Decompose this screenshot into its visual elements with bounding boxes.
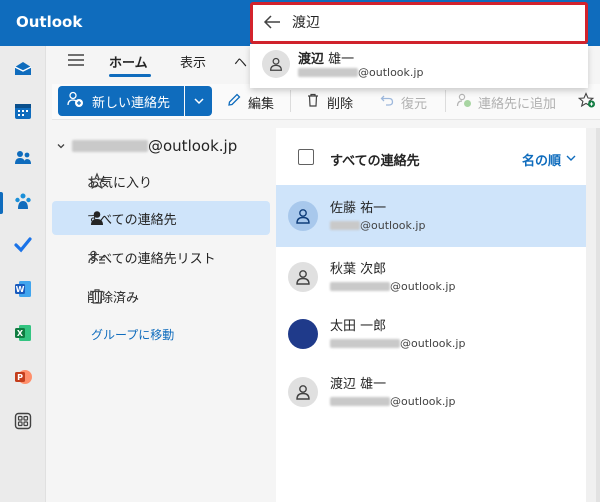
trash-icon (88, 287, 106, 305)
contact-list-icon (88, 248, 106, 266)
mail-icon[interactable] (8, 54, 38, 84)
chevron-down-icon (56, 137, 66, 155)
chevron-down-icon (193, 92, 205, 111)
contact-row[interactable]: 太田 一郎 @outlook.jp (276, 303, 586, 365)
star-add-icon[interactable] (578, 92, 596, 108)
todo-icon[interactable] (8, 230, 38, 260)
contact-email: @outlook.jp (330, 337, 465, 350)
avatar (288, 201, 318, 231)
word-icon[interactable]: W (8, 274, 38, 304)
tab-view[interactable]: 表示 (180, 52, 206, 71)
undo-icon (379, 92, 395, 112)
email-masked (330, 397, 390, 406)
edit-button[interactable]: 編集 (226, 92, 274, 112)
sort-label: 名の順 (522, 154, 562, 169)
new-contact-label: 新しい連絡先 (92, 95, 171, 111)
contact-email: @outlook.jp (330, 395, 455, 408)
svg-text:P: P (17, 373, 23, 382)
email-masked (298, 68, 358, 77)
go-to-groups-link[interactable]: グループに移動 (91, 326, 174, 343)
suggestion-name-rest: 雄一 (324, 52, 355, 67)
folder-all-contacts[interactable]: すべての連絡先 (52, 201, 270, 235)
add-to-contacts-button: 連絡先に追加 (456, 92, 556, 112)
delete-button[interactable]: 削除 (305, 92, 353, 112)
search-suggestion[interactable]: 渡辺 雄一 @outlook.jp (250, 44, 588, 88)
folder-contact-lists[interactable]: すべての連絡先リスト (52, 240, 270, 274)
edit-label: 編集 (248, 96, 275, 112)
select-all-checkbox[interactable] (298, 149, 314, 165)
app-title: Outlook (16, 13, 83, 31)
teams-icon[interactable] (8, 186, 38, 216)
contact-row[interactable]: 佐藤 祐一 @outlook.jp (276, 185, 586, 247)
contact-name: 秋葉 次郎 (330, 262, 387, 277)
folder-label: すべての連絡先リスト (87, 251, 216, 267)
account-name-masked (72, 140, 148, 152)
person-icon (88, 209, 106, 227)
add-person-icon (456, 92, 472, 112)
search-input[interactable] (292, 10, 572, 34)
account-header[interactable]: @outlook.jp (56, 137, 237, 155)
pencil-icon (226, 92, 242, 112)
email-domain: @outlook.jp (360, 219, 426, 232)
new-contact-button[interactable]: 新しい連絡先 (58, 86, 184, 116)
avatar (288, 319, 318, 349)
hamburger-icon[interactable] (66, 52, 88, 72)
powerpoint-icon[interactable]: P (8, 362, 38, 392)
email-domain: @outlook.jp (390, 280, 456, 293)
delete-label: 削除 (327, 96, 354, 112)
chevron-down-icon (565, 152, 577, 168)
svg-text:X: X (17, 329, 24, 338)
suggestion-email: @outlook.jp (298, 66, 423, 79)
email-masked (330, 339, 400, 348)
new-contact-dropdown[interactable] (185, 86, 212, 116)
excel-icon[interactable]: X (8, 318, 38, 348)
svg-text:W: W (16, 285, 25, 294)
suggestion-domain: @outlook.jp (358, 66, 424, 79)
contact-name: 佐藤 祐一 (330, 201, 387, 216)
avatar (262, 50, 290, 78)
avatar (288, 262, 318, 292)
email-masked (330, 221, 360, 230)
apps-icon[interactable] (8, 406, 38, 436)
suggestion-name-match: 渡辺 (298, 52, 325, 67)
folder-favorites[interactable]: お気に入り (52, 164, 270, 198)
contact-row[interactable]: 渡辺 雄一 @outlook.jp (276, 361, 586, 423)
toolbar-divider (290, 90, 291, 112)
list-header-title: すべての連絡先 (330, 154, 420, 169)
reading-pane-edge (586, 128, 600, 502)
contact-name: 渡辺 雄一 (330, 377, 387, 392)
contact-row[interactable]: 秋葉 次郎 @outlook.jp (276, 246, 586, 308)
contact-email: @outlook.jp (330, 219, 425, 232)
contact-email: @outlook.jp (330, 280, 455, 293)
trash-icon (305, 92, 321, 112)
scrollbar[interactable] (596, 128, 600, 502)
rail-active-indicator (0, 192, 3, 214)
sort-dropdown[interactable]: 名の順 (522, 150, 577, 169)
account-domain: @outlook.jp (148, 137, 238, 155)
toolbar-divider (445, 90, 446, 112)
email-domain: @outlook.jp (400, 337, 466, 350)
people-icon[interactable] (8, 142, 38, 172)
email-domain: @outlook.jp (390, 395, 456, 408)
add-person-icon (66, 90, 84, 112)
restore-label: 復元 (401, 96, 428, 112)
calendar-icon[interactable] (8, 96, 38, 126)
tab-home[interactable]: ホーム (109, 52, 148, 71)
suggestion-name: 渡辺 雄一 (298, 48, 354, 67)
contact-name: 太田 一郎 (330, 319, 387, 334)
folder-deleted[interactable]: 削除済み (52, 279, 270, 313)
tab-help[interactable]: ヘ (234, 52, 247, 71)
add-to-contacts-label: 連絡先に追加 (478, 96, 557, 112)
tab-home-underline (109, 74, 151, 77)
star-icon (88, 172, 106, 190)
restore-button: 復元 (379, 92, 427, 112)
avatar (288, 377, 318, 407)
email-masked (330, 282, 390, 291)
back-arrow-icon[interactable] (262, 12, 282, 32)
